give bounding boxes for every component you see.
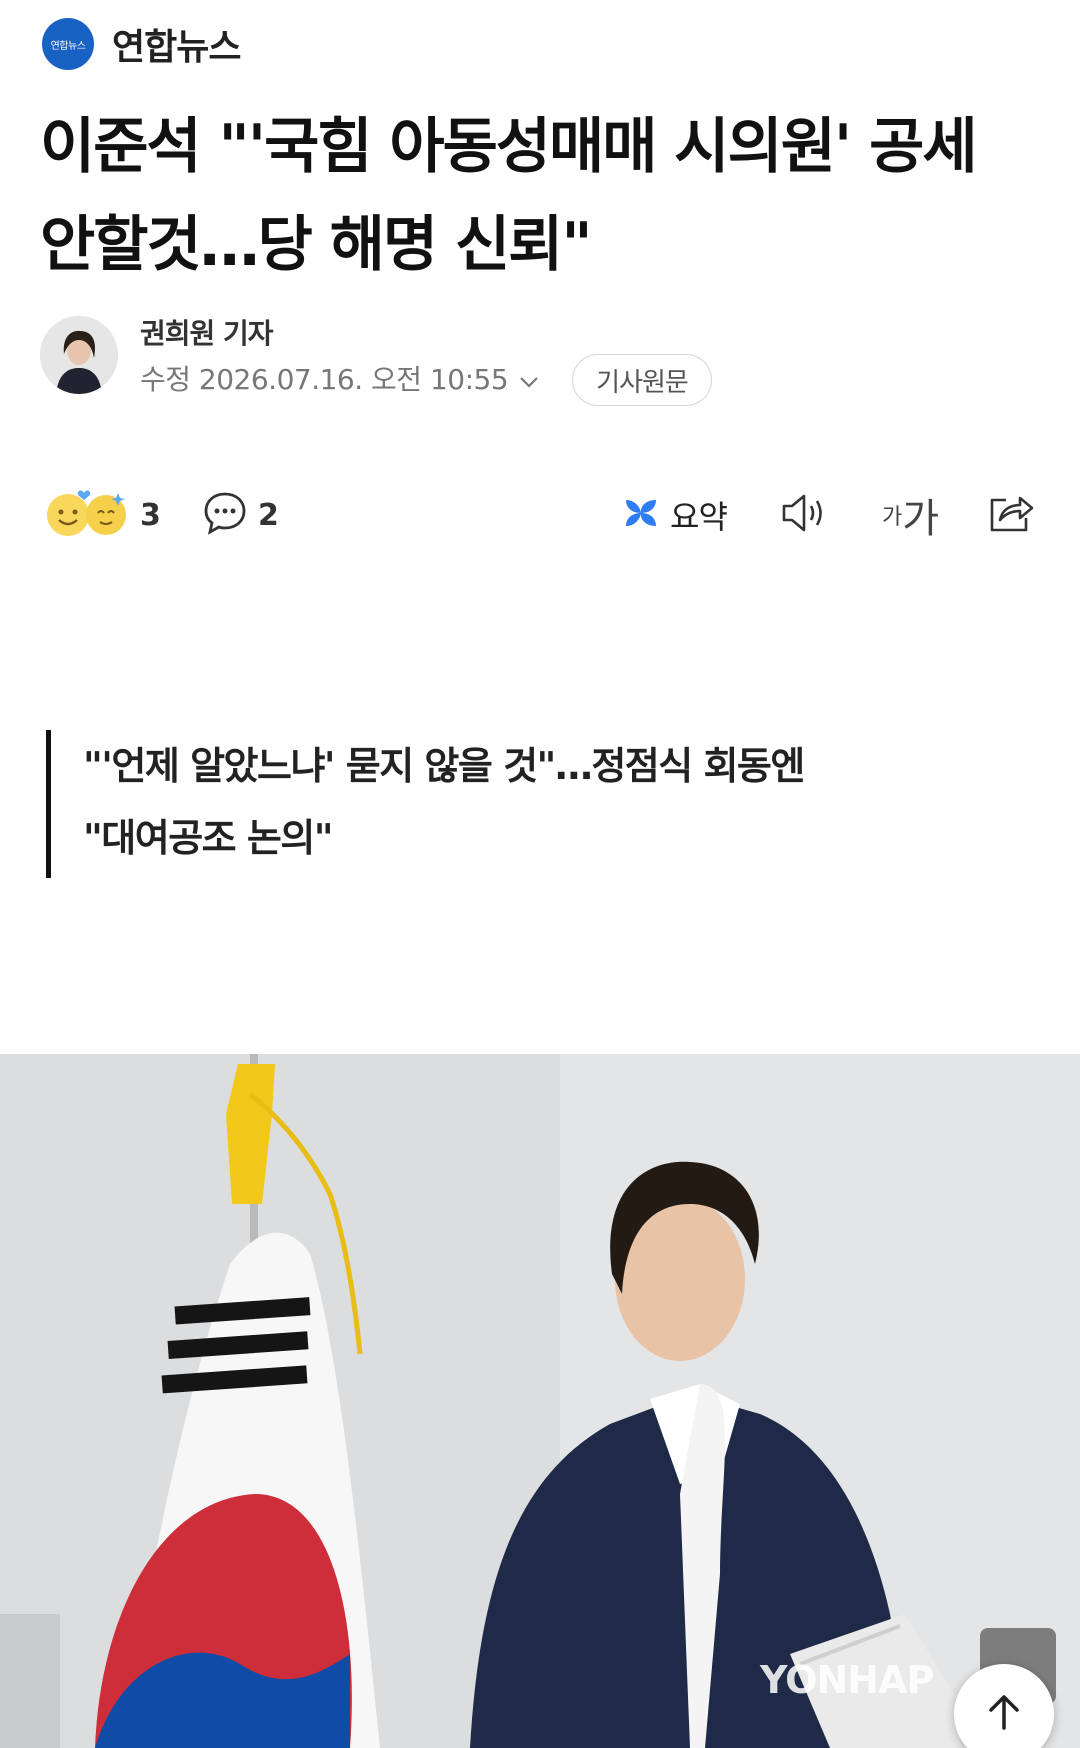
share-icon: [986, 490, 1036, 540]
reaction-count: 3: [140, 497, 161, 533]
text-to-speech-button[interactable]: [780, 480, 832, 550]
chevron-down-icon: [518, 367, 540, 389]
publisher-header[interactable]: 연합뉴스 연합뉴스: [42, 17, 241, 71]
photo-illustration: [0, 1054, 1080, 1748]
publisher-logo-text: 연합뉴스: [50, 40, 86, 52]
article-photo[interactable]: [0, 1054, 1080, 1748]
subheadline-quote: "'언제 알았느냐' 묻지 않을 것"…정점식 회동엔 "대여공조 논의": [46, 730, 1006, 878]
comment-bubble-icon: [202, 490, 248, 540]
publisher-logo[interactable]: 연합뉴스: [42, 18, 94, 70]
arrow-up-icon: [982, 1690, 1026, 1738]
original-article-button[interactable]: 기사원문: [572, 354, 712, 406]
summary-button[interactable]: 요약: [622, 480, 728, 550]
summary-label: 요약: [670, 498, 728, 536]
subheadline-line-1: "'언제 알았느냐' 묻지 않을 것"…정점식 회동엔: [83, 744, 805, 788]
emoji-reaction-icon: [44, 487, 130, 543]
edit-timestamp-label: 수정 2026.07.16. 오전 10:55: [140, 363, 509, 396]
article-toolbar: 3 2 요약 가 가: [0, 480, 1080, 550]
photo-watermark: YONHAP: [760, 1658, 934, 1702]
edit-timestamp[interactable]: 수정 2026.07.16. 오전 10:55: [140, 358, 540, 398]
comment-count: 2: [258, 497, 279, 533]
reporter-avatar[interactable]: [40, 316, 118, 394]
publisher-name[interactable]: 연합뉴스: [112, 18, 241, 70]
share-button[interactable]: [986, 480, 1036, 550]
font-size-large-glyph: 가: [902, 496, 940, 542]
reporter-name[interactable]: 권희원 기자: [140, 312, 274, 352]
reaction-button[interactable]: 3: [44, 480, 161, 550]
article-page: 연합뉴스 연합뉴스 이준석 "'국힘 아동성매매 시의원' 공세 안할것…당 해…: [0, 0, 1080, 1748]
article-headline: 이준석 "'국힘 아동성매매 시의원' 공세 안할것…당 해명 신뢰": [40, 112, 978, 280]
font-size-button[interactable]: 가 가: [882, 480, 939, 550]
reporter-photo: [40, 316, 118, 394]
comment-button[interactable]: 2: [202, 480, 279, 550]
font-size-small-glyph: 가: [882, 505, 903, 530]
summary-sparkle-icon: [622, 494, 660, 536]
speaker-icon: [780, 490, 832, 540]
subheadline-line-2: "대여공조 논의": [83, 816, 334, 860]
